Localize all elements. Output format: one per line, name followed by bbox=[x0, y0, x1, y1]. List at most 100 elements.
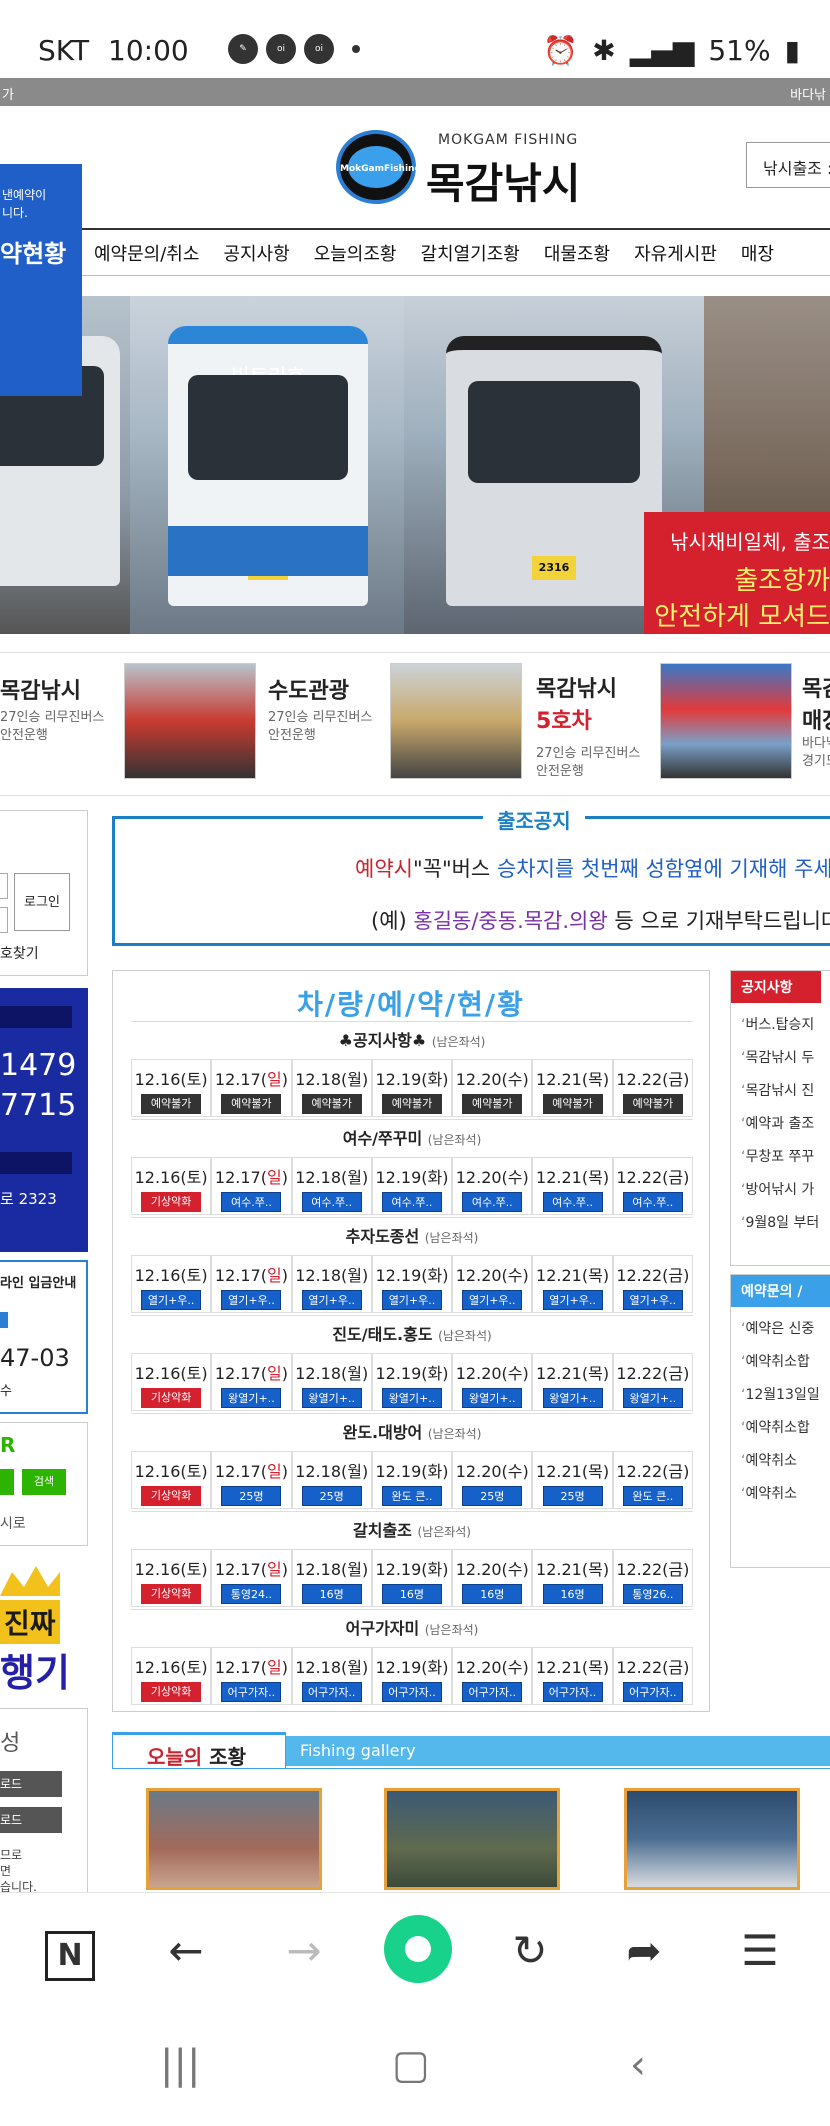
notice-list-item[interactable]: 무창포 쭈꾸 bbox=[741, 1141, 830, 1174]
notice-list-item[interactable]: 목감낚시 진 bbox=[741, 1075, 830, 1108]
reservation-status-badge[interactable]: 열기+우.. bbox=[301, 1290, 362, 1310]
home-button[interactable] bbox=[384, 1915, 452, 1983]
reservation-status-badge[interactable]: 왕열기+.. bbox=[221, 1388, 282, 1408]
inquiry-list-item[interactable]: 예약취소합 bbox=[741, 1346, 830, 1379]
reservation-status-badge[interactable]: 예약불가 bbox=[622, 1094, 683, 1114]
reservation-status-badge[interactable]: 어구가자.. bbox=[381, 1682, 442, 1702]
reservation-status-badge[interactable]: 완도 큰.. bbox=[381, 1486, 442, 1506]
inquiry-list-item[interactable]: 예약취소 bbox=[741, 1478, 830, 1511]
reservation-status-badge[interactable]: 왕열기+.. bbox=[301, 1388, 362, 1408]
reservation-status-badge[interactable]: 어구가자.. bbox=[301, 1682, 362, 1702]
download-button-1[interactable]: 로드 bbox=[0, 1771, 62, 1797]
nav-notice[interactable]: 공지사항 bbox=[211, 240, 301, 266]
reservation-status-badge[interactable]: 기상악화 bbox=[141, 1682, 202, 1702]
username-input[interactable] bbox=[0, 873, 8, 899]
nav-free-board[interactable]: 자유게시판 bbox=[622, 240, 729, 266]
nav-today-catch[interactable]: 오늘의조황 bbox=[302, 240, 409, 266]
reservation-status-badge[interactable]: 16명 bbox=[542, 1584, 603, 1604]
back-arrow-icon[interactable]: ← bbox=[156, 1921, 216, 1981]
reservation-status-badge[interactable]: 기상악화 bbox=[141, 1192, 202, 1212]
notice-list-item[interactable]: 9월8일 부터 bbox=[741, 1207, 830, 1240]
reservation-status-badge[interactable]: 열기+우.. bbox=[542, 1290, 603, 1310]
reservation-status-badge[interactable]: 예약불가 bbox=[221, 1094, 282, 1114]
reservation-status-badge[interactable]: 16명 bbox=[301, 1584, 362, 1604]
gallery-photo[interactable] bbox=[624, 1788, 800, 1890]
top-strip-right[interactable]: 바다낚 bbox=[790, 84, 826, 103]
reservation-status-badge[interactable]: 어구가자.. bbox=[221, 1682, 282, 1702]
reservation-status-badge[interactable]: 왕열기+.. bbox=[381, 1388, 442, 1408]
store-card[interactable]: 목감 매장 바다낚 경기도 bbox=[656, 653, 830, 797]
search-input[interactable] bbox=[0, 1469, 14, 1495]
share-icon[interactable]: ➦ bbox=[614, 1921, 674, 1981]
naver-tab-button[interactable]: N bbox=[40, 1921, 100, 1981]
reservation-status-box[interactable]: 낸예약이 니다. 약현황 bbox=[0, 164, 82, 396]
nav-big-fish[interactable]: 대물조황 bbox=[532, 240, 622, 266]
reservation-status-badge[interactable]: 예약불가 bbox=[141, 1094, 202, 1114]
site-logo[interactable]: MokGamFishing bbox=[336, 130, 421, 204]
reservation-status-badge[interactable]: 25명 bbox=[462, 1486, 523, 1506]
gallery-photo[interactable] bbox=[384, 1788, 560, 1890]
reload-icon[interactable]: ↻ bbox=[500, 1921, 560, 1981]
inquiry-list-item[interactable]: 12월13일일 bbox=[741, 1379, 830, 1412]
fishing-trip-button[interactable]: 낚시출조 : bbox=[746, 142, 830, 188]
reservation-status-badge[interactable]: 열기+우.. bbox=[381, 1290, 442, 1310]
reservation-status-badge[interactable]: 어구가자.. bbox=[542, 1682, 603, 1702]
nav-hairtail-catch[interactable]: 갈치열기조황 bbox=[409, 240, 532, 266]
reservation-status-badge[interactable]: 16명 bbox=[462, 1584, 523, 1604]
reservation-status-badge[interactable]: 25명 bbox=[221, 1486, 282, 1506]
notice-list-item[interactable]: 예약과 출조 bbox=[741, 1108, 830, 1141]
reservation-status-badge[interactable]: 통영26.. bbox=[622, 1584, 683, 1604]
reservation-status-badge[interactable]: 기상악화 bbox=[141, 1388, 202, 1408]
reservation-status-badge[interactable]: 16명 bbox=[381, 1584, 442, 1604]
reservation-status-badge[interactable]: 여수.쭈.. bbox=[622, 1192, 683, 1212]
reservation-status-badge[interactable]: 여수.쭈.. bbox=[301, 1192, 362, 1212]
nav-reservation[interactable]: 예약문의/취소 bbox=[82, 240, 211, 266]
reservation-status-badge[interactable]: 예약불가 bbox=[542, 1094, 603, 1114]
reservation-status-badge[interactable]: 열기+우.. bbox=[141, 1290, 202, 1310]
reservation-status-badge[interactable]: 통영24.. bbox=[221, 1584, 282, 1604]
reservation-status-badge[interactable]: 예약불가 bbox=[462, 1094, 523, 1114]
recent-apps-icon[interactable]: ||| bbox=[160, 2042, 200, 2088]
reservation-inquiry-title[interactable]: 예약문의 / bbox=[731, 1275, 830, 1307]
notice-list-item[interactable]: 목감낚시 두 bbox=[741, 1042, 830, 1075]
reservation-status-badge[interactable]: 어구가자.. bbox=[622, 1682, 683, 1702]
reservation-status-badge[interactable]: 어구가자.. bbox=[462, 1682, 523, 1702]
reservation-status-badge[interactable]: 열기+우.. bbox=[462, 1290, 523, 1310]
reservation-status-badge[interactable]: 왕열기+.. bbox=[542, 1388, 603, 1408]
reservation-status-badge[interactable]: 완도 큰.. bbox=[622, 1486, 683, 1506]
notice-list-title[interactable]: 공지사항 bbox=[731, 971, 821, 1003]
nav-store[interactable]: 매장 bbox=[729, 240, 786, 266]
reservation-status-badge[interactable]: 열기+우.. bbox=[622, 1290, 683, 1310]
reservation-status-badge[interactable]: 왕열기+.. bbox=[622, 1388, 683, 1408]
inquiry-list-item[interactable]: 예약은 신중 bbox=[741, 1313, 830, 1346]
bus-card[interactable]: 목감낚시 5호차 27인승 리무진버스 안전운행 bbox=[390, 653, 652, 797]
reservation-status-badge[interactable]: 왕열기+.. bbox=[462, 1388, 523, 1408]
home-system-icon[interactable]: ▢ bbox=[392, 2042, 430, 2088]
notice-list-item[interactable]: 방어낚시 가 bbox=[741, 1174, 830, 1207]
reservation-status-badge[interactable]: 예약불가 bbox=[301, 1094, 362, 1114]
bus-card[interactable]: 목감낚시 27인승 리무진버스 안전운행 bbox=[0, 653, 116, 797]
gallery-photo[interactable] bbox=[146, 1788, 322, 1890]
reservation-status-badge[interactable]: 기상악화 bbox=[141, 1584, 202, 1604]
reservation-status-badge[interactable]: 예약불가 bbox=[381, 1094, 442, 1114]
reservation-status-badge[interactable]: 여수.쭈.. bbox=[221, 1192, 282, 1212]
reservation-status-badge[interactable]: 25명 bbox=[301, 1486, 362, 1506]
inquiry-list-item[interactable]: 예약취소합 bbox=[741, 1412, 830, 1445]
reservation-status-badge[interactable]: 여수.쭈.. bbox=[462, 1192, 523, 1212]
brand-name-ko[interactable]: 목감낚시 bbox=[426, 150, 581, 211]
gallery-tab[interactable]: 오늘의 조황 bbox=[112, 1732, 286, 1769]
notice-list-item[interactable]: 버스.탑승지 bbox=[741, 1009, 830, 1042]
reservation-status-badge[interactable]: 여수.쭈.. bbox=[542, 1192, 603, 1212]
promo-banner[interactable]: 진짜 행기 bbox=[0, 1558, 88, 1708]
forward-arrow-icon[interactable]: → bbox=[274, 1921, 334, 1981]
reservation-status-badge[interactable]: 열기+우.. bbox=[221, 1290, 282, 1310]
hero-banner[interactable]: 빅토리호 7952 2316 낚시채비일체, 출조 출조항까 안전하게 모셔드 bbox=[0, 296, 830, 634]
inquiry-list-item[interactable]: 예약취소 bbox=[741, 1445, 830, 1478]
password-input[interactable] bbox=[0, 907, 8, 933]
reservation-status-badge[interactable]: 25명 bbox=[542, 1486, 603, 1506]
reservation-status-badge[interactable]: 여수.쭈.. bbox=[381, 1192, 442, 1212]
bus-card[interactable]: 수도관광 27인승 리무진버스 안전운행 bbox=[124, 653, 386, 797]
reservation-status-badge[interactable]: 기상악화 bbox=[141, 1486, 202, 1506]
login-button[interactable]: 로그인 bbox=[14, 873, 70, 931]
system-back-icon[interactable]: ‹ bbox=[630, 2042, 646, 2088]
